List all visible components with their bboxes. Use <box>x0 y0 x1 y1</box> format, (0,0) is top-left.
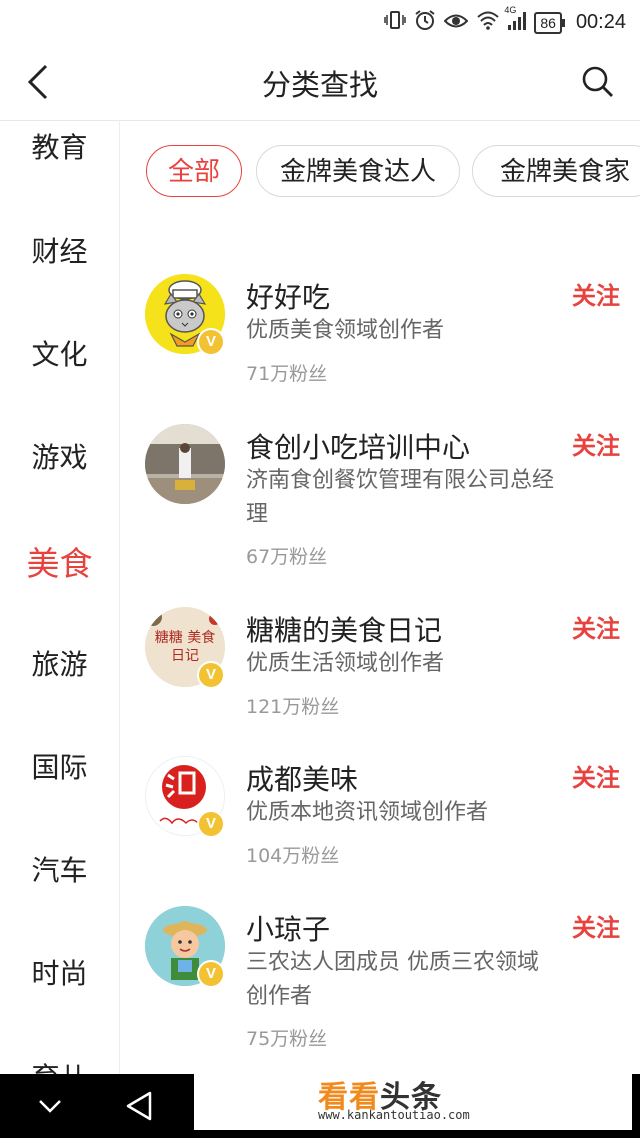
verified-badge-icon: V <box>197 328 225 356</box>
watermark: 看看头条 www.kankantoutiao.com <box>194 1074 632 1130</box>
follow-button[interactable]: 关注 <box>572 908 620 943</box>
fan-count: 67万粉丝 <box>246 546 328 568</box>
verified-badge-icon: V <box>197 810 225 838</box>
sidebar-item-parenting[interactable]: 育儿 <box>0 1056 119 1074</box>
list-item[interactable]: 糖糖 美食日记 V 糖糖的美食日记 优质生活领域创作者 121万粉丝 关注 <box>120 605 640 725</box>
signal-icon: 4G <box>504 5 527 35</box>
triangle-back-icon <box>126 1091 152 1121</box>
sidebar-item-finance[interactable]: 财经 <box>0 230 119 270</box>
category-sidebar: 教育 财经 文化 游戏 美食 旅游 国际 汽车 时尚 育儿 <box>0 120 120 1074</box>
follow-button[interactable]: 关注 <box>572 426 620 461</box>
list-item[interactable]: V 成都美味 优质本地资讯领域创作者 104万粉丝 关注 <box>120 754 640 874</box>
alarm-icon <box>414 9 436 36</box>
fan-count: 104万粉丝 <box>246 845 340 867</box>
wifi-icon <box>476 10 500 35</box>
creator-desc: 优质美食领域创作者 <box>246 318 445 343</box>
battery-indicator: 86 <box>534 11 565 34</box>
hide-nav-button[interactable] <box>36 1092 64 1120</box>
sidebar-item-travel[interactable]: 旅游 <box>0 643 119 683</box>
creator-desc: 三农达人团成员 优质三农领域创作者 <box>246 950 539 1009</box>
fan-count: 71万粉丝 <box>246 363 328 385</box>
avatar-caption: 糖糖 美食日记 <box>154 630 216 664</box>
follow-button[interactable]: 关注 <box>572 276 620 311</box>
page-title: 分类查找 <box>261 68 378 102</box>
list-item[interactable]: 食创小吃培训中心 济南食创餐饮管理有限公司总经理 67万粉丝 关注 <box>120 422 640 572</box>
avatar <box>145 424 225 504</box>
fan-count: 75万粉丝 <box>246 1028 328 1050</box>
search-button[interactable] <box>578 62 618 102</box>
chip-gold-food-expert[interactable]: 金牌美食达人 <box>256 145 460 197</box>
chip-all[interactable]: 全部 <box>146 145 242 197</box>
sidebar-item-food[interactable]: 美食 <box>0 537 119 585</box>
sidebar-item-culture[interactable]: 文化 <box>0 333 119 373</box>
system-back-button[interactable] <box>124 1090 154 1122</box>
filter-chips: 全部 金牌美食达人 金牌美食家 <box>120 120 640 220</box>
app-header: 分类查找 <box>0 44 640 121</box>
creator-name: 糖糖的美食日记 <box>246 614 443 647</box>
list-item[interactable]: V 好好吃 优质美食领域创作者 71万粉丝 关注 <box>120 272 640 392</box>
verified-badge-icon: V <box>197 661 225 689</box>
sidebar-item-international[interactable]: 国际 <box>0 746 119 786</box>
sidebar-item-fashion[interactable]: 时尚 <box>0 952 119 992</box>
creator-list: V 好好吃 优质美食领域创作者 71万粉丝 关注 食创小吃培训中心 济南食创餐饮… <box>120 220 640 1074</box>
status-bar: 4G 86 00:24 <box>0 0 640 44</box>
search-icon <box>582 66 613 97</box>
clock: 00:24 <box>575 11 626 33</box>
creator-desc: 优质生活领域创作者 <box>246 651 445 676</box>
sidebar-item-games[interactable]: 游戏 <box>0 436 119 476</box>
vibrate-icon <box>384 10 407 35</box>
creator-name: 好好吃 <box>246 281 331 314</box>
follow-button[interactable]: 关注 <box>572 758 620 793</box>
creator-desc: 优质本地资讯领域创作者 <box>246 800 489 825</box>
list-item[interactable]: V 小琼子 三农达人团成员 优质三农领域创作者 75万粉丝 关注 <box>120 904 640 1074</box>
sidebar-item-auto[interactable]: 汽车 <box>0 849 119 889</box>
watermark-url: www.kankantoutiao.com <box>318 1108 470 1122</box>
fan-count: 121万粉丝 <box>246 696 340 718</box>
chevron-down-icon <box>39 1100 61 1113</box>
kitchen-photo-avatar-icon <box>145 424 225 504</box>
creator-name: 小琼子 <box>246 913 331 946</box>
eye-icon <box>443 11 469 35</box>
sidebar-item-education[interactable]: 教育 <box>0 126 119 166</box>
creator-name: 成都美味 <box>246 763 359 796</box>
chip-gold-gourmet[interactable]: 金牌美食家 <box>472 145 640 197</box>
follow-button[interactable]: 关注 <box>572 609 620 644</box>
creator-name: 食创小吃培训中心 <box>246 431 471 464</box>
verified-badge-icon: V <box>197 960 225 988</box>
creator-desc: 济南食创餐饮管理有限公司总经理 <box>246 468 555 527</box>
